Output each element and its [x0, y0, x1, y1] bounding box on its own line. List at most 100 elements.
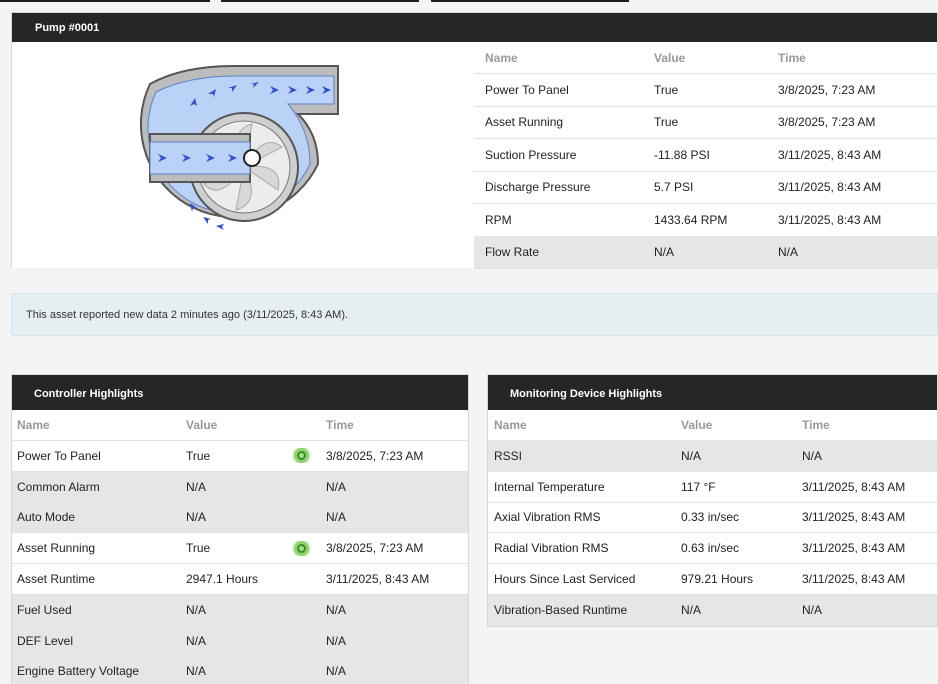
row-name: RSSI — [494, 448, 523, 463]
column-name-header[interactable]: Name — [474, 51, 644, 65]
row-value: 5.7 PSI — [654, 180, 694, 195]
table-row: Radial Vibration RMS 0.63 in/sec 3/11/20… — [488, 533, 937, 565]
row-value: True — [186, 448, 211, 463]
row-name: Flow Rate — [485, 245, 540, 260]
row-value: True — [186, 541, 211, 556]
column-name-header[interactable]: Name — [12, 418, 186, 432]
tab-3[interactable] — [431, 0, 629, 2]
row-time: N/A — [802, 448, 823, 463]
table-row: Hours Since Last Serviced 979.21 Hours 3… — [488, 564, 937, 595]
table-row: Engine Battery Voltage N/A N/A — [12, 656, 468, 684]
table-row: Fuel Used N/A N/A — [12, 594, 468, 626]
row-value: N/A — [186, 510, 207, 525]
last-reported-banner: This asset reported new data 2 minutes a… — [11, 293, 938, 336]
controller-highlights-title: Controller Highlights — [12, 375, 468, 410]
row-time: 3/11/2025, 8:43 AM — [802, 572, 906, 587]
column-value-header[interactable]: Value — [644, 51, 766, 65]
table-row: Suction Pressure -11.88 PSI 3/11/2025, 8… — [474, 139, 938, 172]
table-row: DEF Level N/A N/A — [12, 625, 468, 657]
table-row: Axial Vibration RMS 0.33 in/sec 3/11/202… — [488, 503, 937, 534]
row-value: 0.33 in/sec — [681, 510, 740, 525]
row-name: Discharge Pressure — [485, 180, 591, 195]
row-time: N/A — [802, 602, 823, 617]
row-time: 3/11/2025, 8:43 AM — [778, 212, 882, 227]
column-name-header[interactable]: Name — [488, 418, 676, 432]
table-row: Vibration-Based Runtime N/A N/A — [488, 594, 937, 626]
row-name: Power To Panel — [485, 82, 569, 97]
column-time-header[interactable]: Time — [766, 51, 938, 65]
row-name: Radial Vibration RMS — [494, 541, 609, 556]
table-row: Flow Rate N/A N/A — [474, 236, 938, 269]
table-row: RSSI N/A N/A — [488, 441, 937, 472]
row-time: 3/11/2025, 8:43 AM — [778, 147, 882, 162]
tab-strip — [0, 0, 938, 10]
row-name: Auto Mode — [17, 510, 76, 525]
pump-diagram — [12, 42, 474, 268]
row-name: Suction Pressure — [485, 147, 577, 162]
row-name: Asset Running — [485, 115, 564, 130]
row-name: Asset Running — [17, 541, 96, 556]
controller-highlights-panel: Controller Highlights Name Value Time Po… — [11, 374, 469, 684]
monitoring-highlights-title: Monitoring Device Highlights — [488, 375, 937, 410]
row-time: N/A — [326, 510, 347, 525]
row-time: N/A — [326, 602, 347, 617]
row-name: Power To Panel — [17, 448, 101, 463]
row-value: N/A — [186, 633, 207, 648]
pump-title: Pump #0001 — [12, 13, 937, 42]
status-ok-icon — [293, 540, 309, 556]
row-value: 117 °F — [681, 479, 716, 494]
table-row: Internal Temperature 117 °F 3/11/2025, 8… — [488, 472, 937, 503]
row-name: Fuel Used — [17, 602, 72, 617]
status-ok-icon — [293, 448, 309, 464]
row-time: N/A — [778, 245, 799, 260]
pump-data-table: Name Value Time Power To Panel True 3/8/… — [474, 42, 938, 269]
monitoring-table: Name Value Time RSSI N/A N/A Internal Te… — [488, 410, 937, 626]
row-time: 3/11/2025, 8:43 AM — [802, 510, 906, 525]
table-row: Common Alarm N/A N/A — [12, 471, 468, 503]
row-value: True — [654, 115, 679, 130]
row-time: 3/8/2025, 7:23 AM — [778, 115, 876, 130]
table-row: Asset Running True 3/8/2025, 7:23 AM — [12, 533, 468, 565]
table-header: Name Value Time — [12, 410, 468, 441]
row-time: N/A — [326, 664, 347, 679]
row-time: 3/11/2025, 8:43 AM — [326, 572, 430, 587]
row-time: 3/11/2025, 8:43 AM — [778, 180, 882, 195]
row-name: Asset Runtime — [17, 572, 96, 587]
row-value: -11.88 PSI — [654, 147, 710, 162]
row-name: Vibration-Based Runtime — [494, 602, 628, 617]
monitoring-highlights-panel: Monitoring Device Highlights Name Value … — [487, 374, 938, 627]
table-header: Name Value Time — [474, 42, 938, 74]
row-name: RPM — [485, 212, 512, 227]
centrifugal-pump-icon — [104, 65, 340, 236]
row-value: 1433.64 RPM — [654, 212, 728, 227]
column-value-header[interactable]: Value — [186, 418, 276, 432]
row-value: N/A — [186, 664, 207, 679]
row-name: Internal Temperature — [494, 479, 605, 494]
row-value: 0.63 in/sec — [681, 541, 740, 556]
row-value: N/A — [681, 602, 702, 617]
row-value: N/A — [186, 602, 207, 617]
row-value: 979.21 Hours — [681, 572, 754, 587]
row-name: Axial Vibration RMS — [494, 510, 601, 525]
column-time-header[interactable]: Time — [326, 418, 468, 432]
pump-panel: Pump #0001 Name Value Time Power To Pane… — [11, 12, 938, 269]
row-value: True — [654, 82, 679, 97]
row-name: Engine Battery Voltage — [17, 664, 140, 679]
column-value-header[interactable]: Value — [676, 418, 797, 432]
table-row: Asset Running True 3/8/2025, 7:23 AM — [474, 107, 938, 139]
row-value: N/A — [186, 479, 207, 494]
table-row: Asset Runtime 2947.1 Hours 3/11/2025, 8:… — [12, 564, 468, 595]
row-time: N/A — [326, 633, 347, 648]
tab-1[interactable] — [0, 0, 210, 2]
row-time: 3/11/2025, 8:43 AM — [802, 479, 906, 494]
column-time-header[interactable]: Time — [797, 418, 937, 432]
row-name: Common Alarm — [17, 479, 100, 494]
table-row: Power To Panel True 3/8/2025, 7:23 AM — [12, 441, 468, 472]
table-header: Name Value Time — [488, 410, 937, 441]
row-value: N/A — [654, 245, 675, 260]
row-time: N/A — [326, 479, 347, 494]
table-row: Auto Mode N/A N/A — [12, 502, 468, 534]
row-value: 2947.1 Hours — [186, 572, 259, 587]
row-name: Hours Since Last Serviced — [494, 572, 636, 587]
tab-2[interactable] — [221, 0, 419, 2]
